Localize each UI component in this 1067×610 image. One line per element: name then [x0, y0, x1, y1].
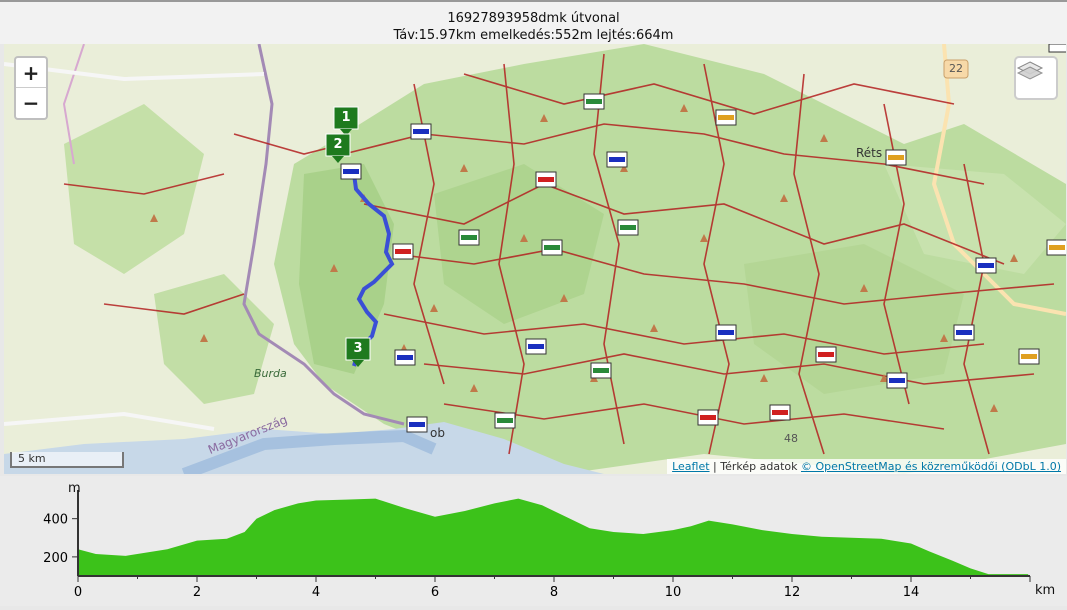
place-label-burda: Burda [254, 367, 287, 380]
elevation-profile: m km 400 200 0 2 4 6 8 10 12 14 [0, 476, 1067, 606]
elevation-chart[interactable]: m km 400 200 0 2 4 6 8 10 12 14 [0, 476, 1067, 606]
place-label-rets: Réts [856, 146, 883, 160]
zoom-in-button[interactable]: + [16, 58, 46, 88]
layers-button[interactable] [1014, 56, 1058, 100]
y-tick-label: 200 [43, 551, 68, 566]
route-stats: Táv:15.97km emelkedés:552m lejtés:664m [393, 28, 674, 43]
zoom-control: + − [14, 56, 48, 120]
x-tick-label: 10 [665, 585, 682, 600]
elevation-area [78, 498, 1029, 576]
osm-link[interactable]: © OpenStreetMap és közreműködői (ODbL 1.… [801, 460, 1061, 473]
y-unit-label: m [68, 481, 81, 496]
route-marker-3-label[interactable]: 3 [346, 341, 370, 356]
map-view[interactable]: 1 2 3 Burda Magyarország Réts ob 22 48 +… [4, 44, 1066, 474]
zoom-out-button[interactable]: − [16, 88, 46, 118]
route-title: 16927893958dmk útvonal [447, 11, 620, 26]
layers-icon [1016, 61, 1044, 80]
place-label-ob: ob [430, 426, 445, 440]
road-number-22: 22 [949, 62, 963, 75]
scale-bar: 5 km [10, 452, 124, 468]
attribution-text: | Térkép adatok [709, 460, 801, 473]
route-marker-2-label[interactable]: 2 [326, 137, 350, 152]
route-marker-1-label[interactable]: 1 [334, 110, 358, 125]
x-tick-label: 14 [903, 585, 920, 600]
leaflet-link[interactable]: Leaflet [672, 460, 709, 473]
x-tick-group: 0 2 4 6 8 10 12 14 [74, 576, 1031, 600]
route-header: 16927893958dmk útvonal Táv:15.97km emelk… [0, 0, 1067, 44]
map-tiles [4, 44, 1066, 474]
y-tick-group: 400 200 [43, 513, 78, 566]
x-tick-label: 8 [550, 585, 558, 600]
road-number-48: 48 [784, 432, 798, 445]
x-tick-label: 4 [312, 585, 320, 600]
x-tick-label: 0 [74, 585, 82, 600]
map-attribution: Leaflet | Térkép adatok © OpenStreetMap … [667, 459, 1066, 474]
x-tick-label: 2 [193, 585, 201, 600]
y-tick-label: 400 [43, 513, 68, 528]
x-unit-label: km [1035, 583, 1055, 598]
x-tick-label: 6 [431, 585, 439, 600]
x-tick-label: 12 [784, 585, 801, 600]
